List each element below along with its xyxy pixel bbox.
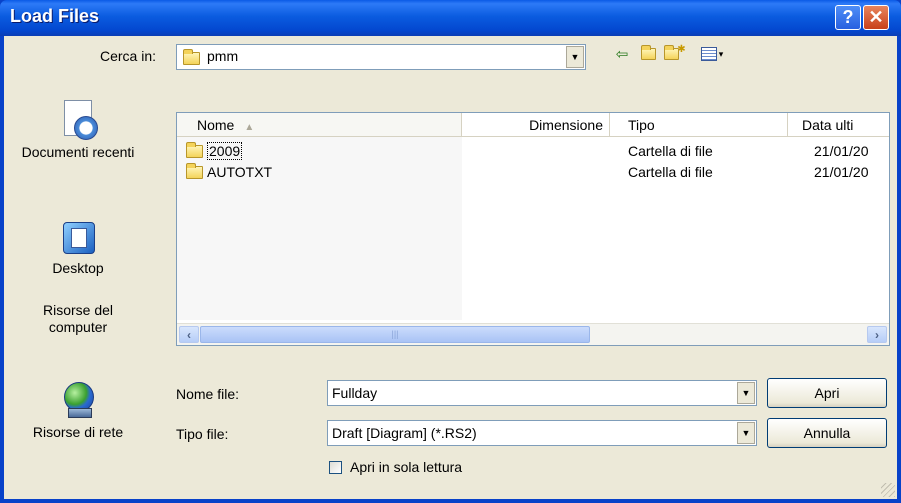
scroll-left-button[interactable]: ‹ — [179, 326, 199, 343]
file-date: 21/01/20 — [814, 164, 869, 180]
place-recent-documents[interactable]: Documenti recenti — [8, 98, 148, 161]
place-label-computer: Risorse del computer — [42, 302, 114, 335]
file-type-label: Tipo file: — [176, 426, 229, 442]
file-type: Cartella di file — [628, 143, 713, 159]
column-header-type[interactable]: Tipo — [610, 113, 788, 137]
file-name-input[interactable]: Fullday ▼ — [327, 380, 757, 406]
file-row[interactable]: 2009 Cartella di file 21/01/20 — [177, 142, 889, 162]
recent-documents-icon — [60, 98, 98, 140]
file-type-select[interactable]: Draft [Diagram] (*.RS2) ▼ — [327, 420, 757, 446]
file-name-label: Nome file: — [176, 386, 240, 402]
place-label-recent: Documenti recenti — [21, 144, 135, 160]
place-label-desktop: Desktop — [52, 260, 104, 276]
sort-ascending-icon: ▲ — [244, 122, 255, 133]
view-menu-icon[interactable]: ▾ — [696, 44, 728, 64]
cancel-button[interactable]: Annulla — [767, 418, 887, 448]
place-network[interactable]: Risorse di rete — [8, 380, 148, 441]
back-arrow-icon[interactable]: ⇦ — [611, 44, 633, 64]
look-in-combo[interactable]: pmm ▼ — [176, 44, 586, 70]
file-name: AUTOTXT — [207, 164, 273, 180]
file-type: Cartella di file — [628, 164, 713, 180]
place-desktop[interactable]: Desktop — [8, 218, 148, 277]
file-type-dropdown-button[interactable]: ▼ — [737, 422, 755, 444]
title-bar[interactable]: Load Files ? ✕ — [0, 0, 901, 36]
look-in-dropdown-button[interactable]: ▼ — [566, 46, 584, 68]
resize-grip[interactable] — [881, 483, 895, 497]
folder-icon — [186, 142, 203, 158]
file-name: 2009 — [207, 142, 243, 160]
desktop-icon — [59, 218, 97, 256]
dialog-body: Cerca in: pmm ▼ ⇦ ✱ ▾ Documenti recenti — [4, 36, 897, 499]
scroll-right-button[interactable]: › — [867, 326, 887, 343]
new-folder-icon[interactable]: ✱ — [664, 44, 686, 64]
dialog-title: Load Files — [10, 6, 100, 26]
file-date: 21/01/20 — [814, 143, 869, 159]
place-label-network: Risorse di rete — [32, 424, 124, 440]
horizontal-scrollbar[interactable]: ‹ ||| › — [177, 323, 889, 345]
close-button[interactable]: ✕ — [863, 5, 889, 30]
look-in-label: Cerca in: — [100, 48, 157, 64]
load-files-dialog: Load Files ? ✕ Cerca in: pmm ▼ ⇦ ✱ ▾ Doc… — [0, 0, 901, 503]
file-row[interactable]: AUTOTXT Cartella di file 21/01/20 — [177, 163, 889, 183]
file-type-value: Draft [Diagram] (*.RS2) — [332, 425, 477, 441]
readonly-label[interactable]: Apri in sola lettura — [350, 459, 462, 475]
look-in-value: pmm — [207, 48, 239, 64]
up-folder-icon[interactable] — [637, 44, 659, 64]
file-list-view[interactable]: Nome ▲ Dimensione Tipo Data ulti 2009 Car… — [176, 112, 890, 346]
file-name-dropdown-button[interactable]: ▼ — [737, 382, 755, 404]
scroll-thumb[interactable]: ||| — [200, 326, 590, 343]
file-name-value: Fullday — [332, 385, 378, 401]
readonly-checkbox[interactable] — [329, 461, 342, 474]
folder-icon — [183, 49, 200, 65]
open-button[interactable]: Apri — [767, 378, 887, 408]
folder-icon — [186, 163, 203, 179]
help-button[interactable]: ? — [835, 5, 861, 30]
column-header-date[interactable]: Data ulti — [788, 113, 889, 137]
column-header-name[interactable]: Nome ▲ — [177, 113, 462, 137]
column-header-size[interactable]: Dimensione — [462, 113, 610, 137]
places-bar: Documenti recenti Desktop Risorse del co… — [8, 98, 148, 498]
place-my-computer[interactable]: Risorse del computer — [8, 302, 148, 336]
network-icon — [58, 380, 98, 420]
